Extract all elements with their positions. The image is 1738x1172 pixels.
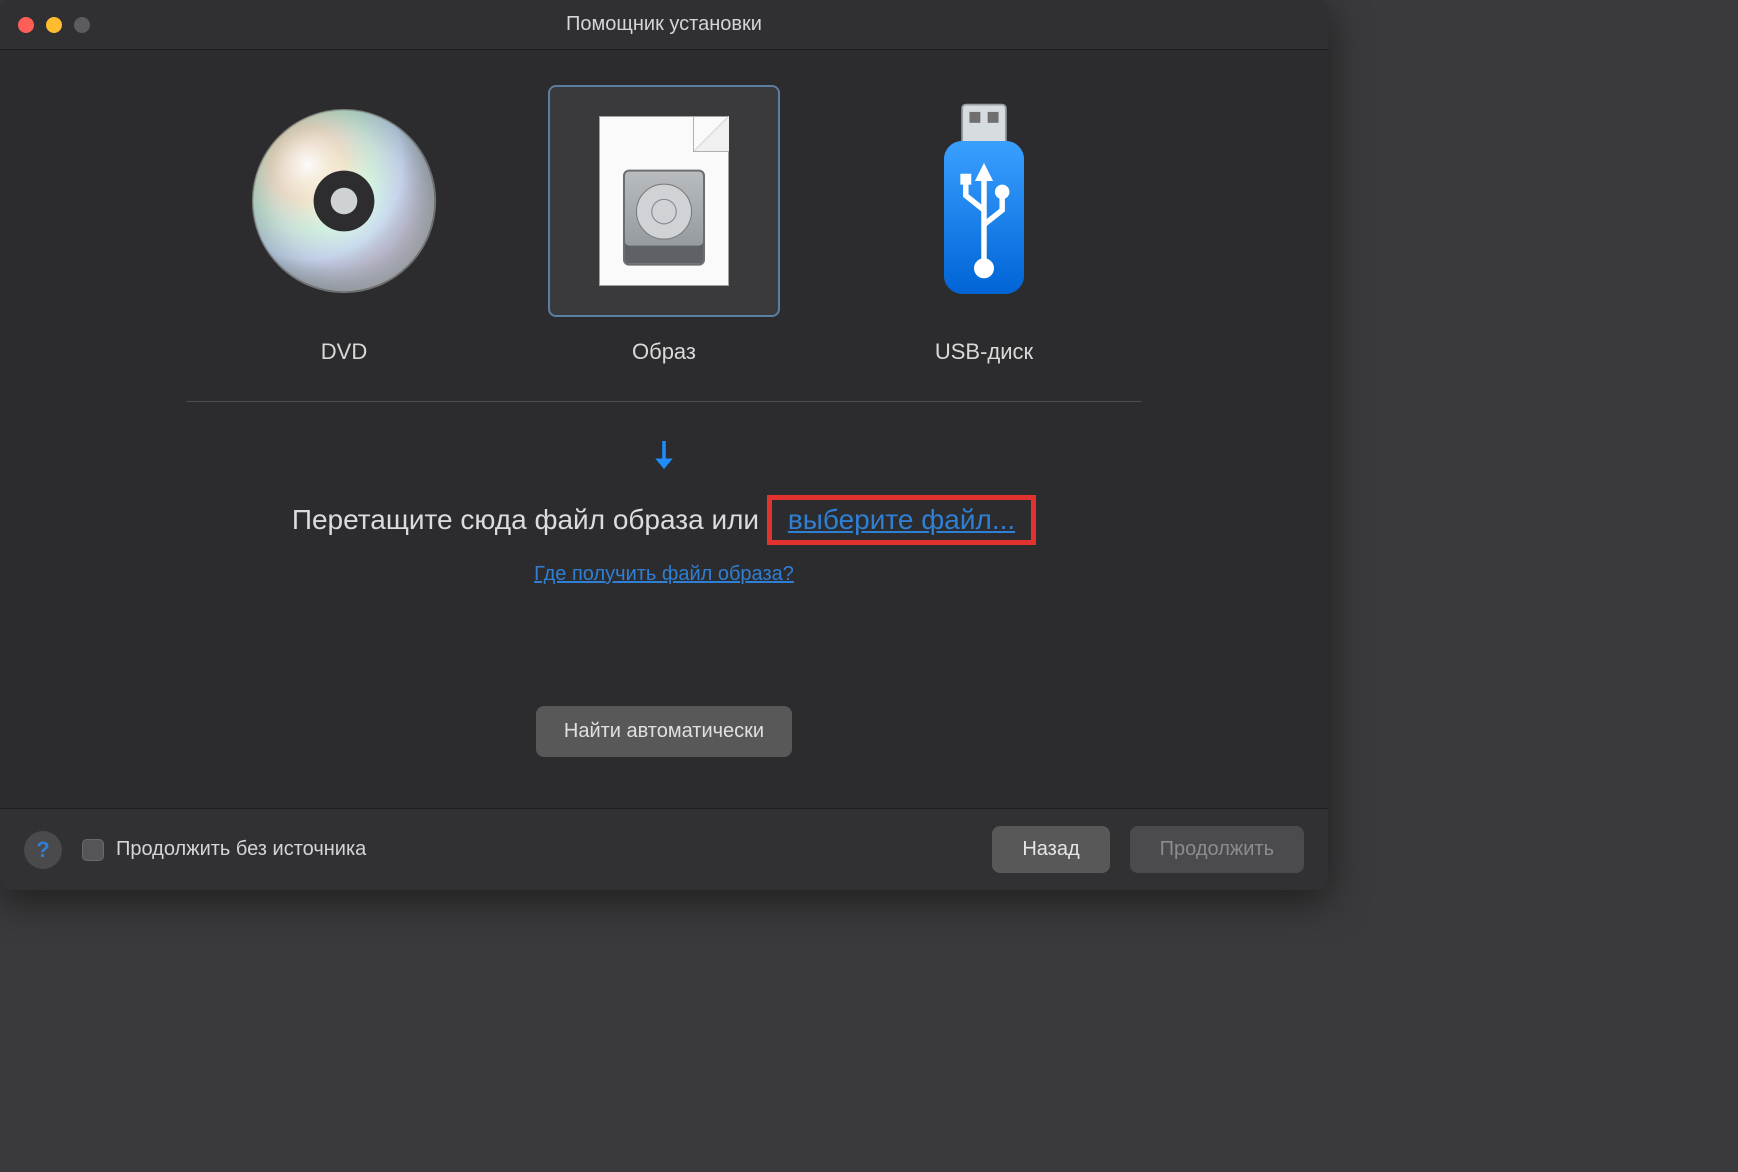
checkbox-box[interactable] [82, 839, 104, 861]
footer-bar: ? Продолжить без источника Назад Продолж… [0, 808, 1328, 890]
drop-prefix-text: Перетащите сюда файл образа или [292, 504, 767, 535]
option-image-label: Образ [632, 339, 696, 365]
dvd-tile [228, 85, 460, 317]
source-options: DVD Образ [219, 85, 1109, 365]
usb-drive-icon [929, 101, 1039, 301]
disk-image-icon [599, 116, 729, 286]
choose-file-link[interactable]: выберите файл... [788, 504, 1015, 535]
choose-file-highlight-box: выберите файл... [767, 495, 1036, 545]
find-automatically-button[interactable]: Найти автоматически [536, 706, 792, 757]
where-to-get-image-link[interactable]: Где получить файл образа? [534, 563, 794, 586]
continue-without-source-checkbox[interactable]: Продолжить без источника [82, 838, 366, 861]
option-usb[interactable]: USB-диск [859, 85, 1109, 365]
content-area: DVD Образ [0, 50, 1328, 808]
drop-instruction: Перетащите сюда файл образа или выберите… [292, 495, 1036, 545]
arrow-down-icon [643, 434, 685, 481]
window-close-button[interactable] [18, 17, 34, 33]
help-link-text[interactable]: Где получить файл образа? [534, 563, 794, 585]
window-minimize-button[interactable] [46, 17, 62, 33]
disc-icon [249, 106, 439, 296]
title-bar: Помощник установки [0, 0, 1328, 50]
option-image[interactable]: Образ [539, 85, 789, 365]
usb-tile [868, 85, 1100, 317]
divider [186, 401, 1142, 402]
option-dvd[interactable]: DVD [219, 85, 469, 365]
help-button[interactable]: ? [24, 831, 62, 869]
option-dvd-label: DVD [321, 339, 367, 365]
checkbox-label: Продолжить без источника [116, 838, 366, 861]
traffic-lights [18, 17, 90, 33]
window-zoom-button[interactable] [74, 17, 90, 33]
installer-window: Помощник установки [0, 0, 1328, 890]
continue-button[interactable]: Продолжить [1130, 826, 1304, 873]
option-usb-label: USB-диск [935, 339, 1033, 365]
back-button[interactable]: Назад [992, 826, 1109, 873]
image-tile [548, 85, 780, 317]
window-title: Помощник установки [0, 13, 1328, 36]
